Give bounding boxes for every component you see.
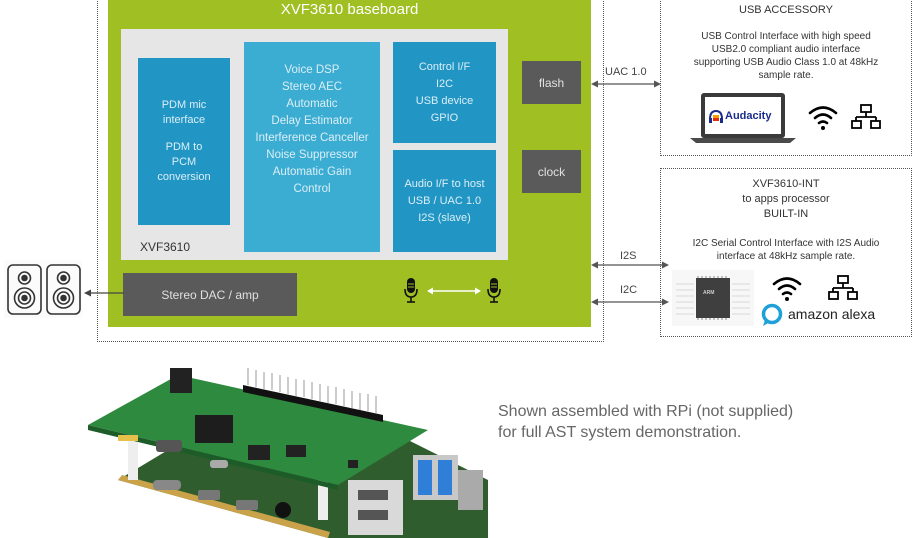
description-line: USB Control Interface with high speed bbox=[701, 31, 871, 42]
pdm-line: PDM mic bbox=[161, 99, 207, 111]
usb-accessory-title: USB ACCESSORY bbox=[739, 4, 833, 16]
description-line: sample rate. bbox=[758, 70, 814, 81]
flash-box: flash bbox=[522, 61, 581, 104]
dsp-line: Control bbox=[293, 183, 331, 195]
control-line: GPIO bbox=[430, 111, 459, 124]
description-line: supporting USB Audio Class 1.0 at 48kHz bbox=[693, 57, 879, 68]
alexa-label: amazon alexa bbox=[788, 306, 876, 322]
i2c-link-arrow bbox=[591, 298, 669, 306]
title-line: BUILT-IN bbox=[763, 208, 809, 220]
dsp-line: Automatic Gain bbox=[272, 166, 352, 178]
baseboard-title: XVF3610 baseboard bbox=[280, 1, 419, 18]
dac-to-speaker-arrow bbox=[84, 289, 124, 297]
photo-caption: Shown assembled with RPi (not supplied) … bbox=[498, 401, 793, 443]
builtin-title: XVF3610-INT to apps processor BUILT-IN bbox=[660, 177, 912, 222]
wifi-icon bbox=[808, 106, 838, 130]
control-line: Control I/F bbox=[418, 60, 471, 73]
pdm-line: PDM to bbox=[165, 141, 203, 153]
audio-line: I2S (slave) bbox=[418, 211, 471, 224]
control-line: I2C bbox=[435, 77, 454, 90]
network-icon bbox=[851, 104, 881, 129]
pdm-block: PDM mic interface PDM to PCM conversion bbox=[138, 58, 230, 225]
dsp-line: Voice DSP bbox=[284, 64, 340, 76]
audio-line: USB / UAC 1.0 bbox=[407, 194, 482, 207]
mic-bidirectional-arrow bbox=[427, 287, 481, 295]
dsp-line: Interference Canceller bbox=[255, 132, 369, 144]
title-line: to apps processor bbox=[742, 193, 830, 205]
description-line: I2C Serial Control Interface with I2S Au… bbox=[692, 238, 880, 249]
board-photo bbox=[88, 368, 488, 538]
wifi-icon bbox=[772, 277, 802, 301]
i2s-link-label: I2S bbox=[620, 250, 637, 262]
pdm-line: interface bbox=[162, 114, 206, 126]
usb-accessory-description: USB Control Interface with high speed US… bbox=[660, 30, 912, 82]
dsp-line: Stereo AEC bbox=[281, 81, 343, 93]
i2s-link-arrow bbox=[591, 261, 669, 269]
chip-label: XVF3610 bbox=[140, 240, 191, 254]
caption-line: for full AST system demonstration. bbox=[498, 424, 742, 441]
arm-chip-text: ARM bbox=[703, 290, 715, 296]
pdm-line: PCM bbox=[171, 156, 197, 168]
network-icon bbox=[828, 275, 858, 300]
control-if-block: Control I/F I2C USB device GPIO bbox=[393, 42, 496, 143]
audacity-logo-icon bbox=[709, 109, 723, 123]
stereo-dac-box: Stereo DAC / amp bbox=[123, 273, 297, 316]
audio-line: Audio I/F to host bbox=[404, 177, 485, 190]
audio-if-block: Audio I/F to host USB / UAC 1.0 I2S (sla… bbox=[393, 150, 496, 252]
uac-link-label: UAC 1.0 bbox=[605, 66, 647, 78]
dsp-line: Delay Estimator bbox=[271, 115, 353, 127]
speakers-icon bbox=[4, 260, 82, 318]
control-line: USB device bbox=[415, 94, 474, 107]
pdm-line: conversion bbox=[157, 171, 211, 183]
description-line: interface at 48kHz sample rate. bbox=[716, 251, 856, 262]
i2c-link-label: I2C bbox=[620, 284, 638, 296]
uac-link-arrow bbox=[591, 80, 661, 88]
audacity-label: Audacity bbox=[725, 110, 772, 122]
clock-box: clock bbox=[522, 150, 581, 193]
builtin-description: I2C Serial Control Interface with I2S Au… bbox=[660, 237, 912, 263]
alexa-logo-icon bbox=[761, 303, 783, 326]
caption-line: Shown assembled with RPi (not supplied) bbox=[498, 403, 794, 420]
arm-processor-icon bbox=[672, 270, 754, 326]
microphone-icon bbox=[487, 278, 501, 303]
title-line: XVF3610-INT bbox=[752, 178, 820, 190]
description-line: USB2.0 compliant audio interface bbox=[711, 44, 861, 55]
microphone-icon bbox=[404, 278, 418, 303]
dsp-block: Voice DSP Stereo AEC Automatic Delay Est… bbox=[244, 42, 380, 252]
dsp-line: Automatic bbox=[286, 98, 338, 110]
dsp-line: Noise Suppressor bbox=[266, 149, 358, 161]
